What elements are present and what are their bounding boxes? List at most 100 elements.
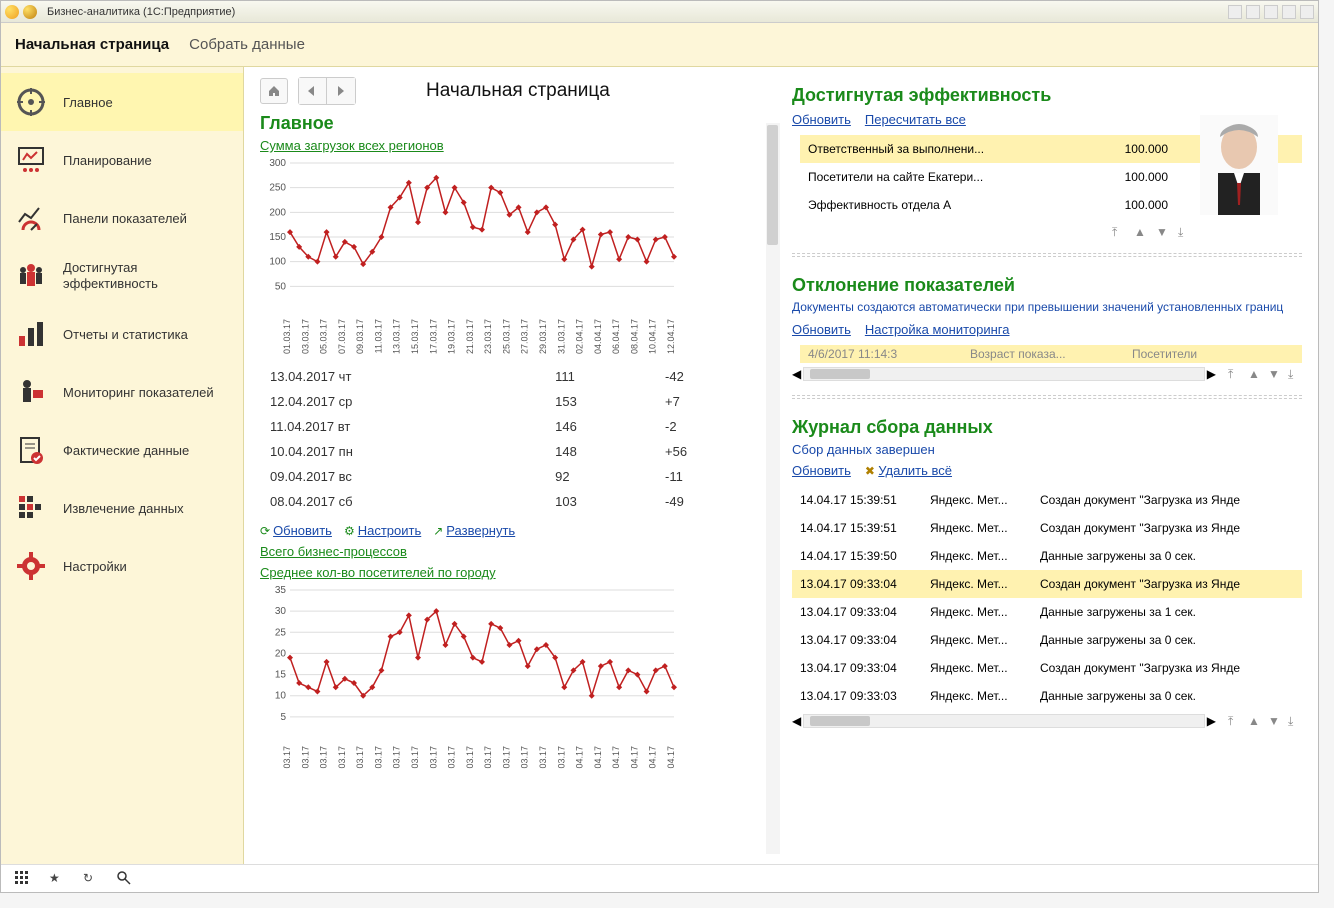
- down-icon[interactable]: ▼: [1268, 714, 1282, 728]
- svg-text:5: 5: [280, 712, 286, 723]
- win-btn-1[interactable]: [1228, 5, 1242, 19]
- sidebar-item-settings[interactable]: Настройки: [1, 537, 243, 595]
- svg-text:27.03.17: 27.03.17: [520, 319, 530, 354]
- document-check-icon: [13, 432, 49, 468]
- sidebar-item-efficiency[interactable]: Достигнутая эффективность: [1, 247, 243, 305]
- up-icon[interactable]: ▲: [1248, 714, 1262, 728]
- first-icon[interactable]: ⤒: [1228, 367, 1242, 381]
- sidebar-item-facts[interactable]: Фактические данные: [1, 421, 243, 479]
- log-row[interactable]: 13.04.17 09:33:04Яндекс. Мет...Создан до…: [792, 570, 1302, 598]
- search-icon[interactable]: [117, 871, 133, 887]
- svg-text:100: 100: [269, 257, 286, 268]
- log-row[interactable]: 14.04.17 15:39:51Яндекс. Мет...Создан до…: [792, 486, 1302, 514]
- sidebar-item-monitoring[interactable]: Мониторинг показателей: [1, 363, 243, 421]
- win-btn-4[interactable]: [1282, 5, 1296, 19]
- svg-text:29.03.17: 29.03.17: [538, 319, 548, 354]
- log-row[interactable]: 14.04.17 15:39:51Яндекс. Мет...Создан до…: [792, 514, 1302, 542]
- sidebar-label: Фактические данные: [63, 443, 189, 458]
- log-row[interactable]: 13.04.17 09:33:04Яндекс. Мет...Данные за…: [792, 598, 1302, 626]
- log-row[interactable]: 13.04.17 09:33:03Яндекс. Мет...Данные за…: [792, 682, 1302, 710]
- vertical-scrollbar[interactable]: [766, 123, 780, 854]
- last-icon[interactable]: ⤓: [1288, 714, 1302, 728]
- log-row[interactable]: 14.04.17 15:39:50Яндекс. Мет...Данные за…: [792, 542, 1302, 570]
- table-row[interactable]: 11.04.2017 вт146-2: [262, 415, 766, 438]
- scroll-left-icon[interactable]: ◀: [792, 714, 801, 728]
- link-processes[interactable]: Всего бизнес-процессов: [260, 544, 407, 559]
- win-btn-3[interactable]: [1264, 5, 1278, 19]
- history-icon[interactable]: ↻: [83, 871, 99, 887]
- first-icon[interactable]: ⤒: [1228, 714, 1242, 728]
- scroll-left-icon[interactable]: ◀: [792, 367, 801, 381]
- dev-c1: 4/6/2017 11:14:3: [808, 347, 970, 361]
- scrollbar[interactable]: [803, 367, 1205, 381]
- sidebar-item-planning[interactable]: Планирование: [1, 131, 243, 189]
- svg-text:04.17: 04.17: [666, 746, 676, 769]
- tab-collect[interactable]: Собрать данные: [189, 36, 305, 53]
- last-icon[interactable]: ⤓: [1288, 367, 1302, 381]
- win-btn-2[interactable]: [1246, 5, 1260, 19]
- table-row[interactable]: 13.04.2017 чт111-42: [262, 365, 766, 388]
- dev-c3: Посетители: [1132, 347, 1294, 361]
- up-icon[interactable]: ▲: [1248, 367, 1262, 381]
- down-icon[interactable]: ▼: [1268, 367, 1282, 381]
- setup-action[interactable]: ⚙Настроить: [344, 523, 421, 538]
- sidebar-label: Панели показателей: [63, 211, 187, 226]
- forward-button[interactable]: [327, 78, 355, 104]
- panel-deviation: Отклонение показателей Документы создают…: [792, 256, 1302, 396]
- svg-text:13.03.17: 13.03.17: [392, 319, 402, 354]
- svg-text:11.03.17: 11.03.17: [373, 319, 383, 353]
- eff-recalc[interactable]: Пересчитать все: [865, 112, 966, 127]
- svg-text:15: 15: [275, 670, 287, 681]
- svg-text:03.17: 03.17: [282, 746, 292, 769]
- chart1-title-link[interactable]: Сумма загрузок всех регионов: [260, 138, 444, 153]
- dropdown-icon[interactable]: [23, 5, 37, 19]
- back-button[interactable]: [299, 78, 327, 104]
- sidebar-item-dashboards[interactable]: Панели показателей: [1, 189, 243, 247]
- scrollbar[interactable]: [803, 714, 1205, 728]
- down-icon[interactable]: ▼: [1156, 225, 1170, 239]
- titlebar: Бизнес-аналитика (1С:Предприятие): [1, 1, 1318, 23]
- up-icon[interactable]: ▲: [1134, 225, 1148, 239]
- last-icon[interactable]: ⤓: [1178, 225, 1192, 239]
- sidebar-item-reports[interactable]: Отчеты и статистика: [1, 305, 243, 363]
- table-row[interactable]: 12.04.2017 ср153+7: [262, 390, 766, 413]
- log-table: 14.04.17 15:39:51Яндекс. Мет...Создан до…: [792, 486, 1302, 710]
- refresh-icon: ⟳: [260, 524, 270, 538]
- apps-icon[interactable]: [15, 871, 31, 887]
- win-btn-5[interactable]: [1300, 5, 1314, 19]
- star-icon[interactable]: ★: [49, 871, 65, 887]
- svg-text:35: 35: [275, 585, 287, 596]
- table-row[interactable]: 10.04.2017 пн148+56: [262, 440, 766, 463]
- sidebar-label: Извлечение данных: [63, 501, 184, 516]
- sidebar-label: Отчеты и статистика: [63, 327, 188, 342]
- log-row[interactable]: 13.04.17 09:33:04Яндекс. Мет...Создан до…: [792, 654, 1302, 682]
- eff-refresh[interactable]: Обновить: [792, 112, 851, 127]
- expand-action[interactable]: ↗Развернуть: [433, 523, 515, 538]
- svg-text:50: 50: [275, 281, 287, 292]
- svg-text:21.03.17: 21.03.17: [465, 319, 475, 354]
- sidebar-item-extract[interactable]: Извлечение данных: [1, 479, 243, 537]
- home-button[interactable]: [260, 78, 288, 104]
- table-row[interactable]: 09.04.2017 вс92-11: [262, 465, 766, 488]
- chart2-title-link[interactable]: Среднее кол-во посетителей по городу: [260, 565, 496, 580]
- chart-actions: ⟳Обновить ⚙Настроить ↗Развернуть: [260, 523, 768, 538]
- log-row[interactable]: 13.04.17 09:33:04Яндекс. Мет...Данные за…: [792, 626, 1302, 654]
- svg-text:03.17: 03.17: [556, 746, 566, 769]
- scroll-right-icon[interactable]: ▶: [1207, 367, 1216, 381]
- table-row[interactable]: 08.04.2017 сб103-49: [262, 490, 766, 513]
- log-refresh[interactable]: Обновить: [792, 463, 851, 478]
- svg-text:25: 25: [275, 627, 287, 638]
- tab-home[interactable]: Начальная страница: [15, 36, 169, 53]
- delete-action[interactable]: ✖ Удалить всё: [865, 463, 952, 478]
- dev-setup[interactable]: Настройка мониторинга: [865, 322, 1010, 337]
- first-icon[interactable]: ⤒: [1112, 225, 1126, 239]
- svg-text:200: 200: [269, 207, 286, 218]
- svg-text:10: 10: [275, 691, 287, 702]
- sidebar-item-main[interactable]: Главное: [1, 73, 243, 131]
- dev-refresh[interactable]: Обновить: [792, 322, 851, 337]
- refresh-action[interactable]: ⟳Обновить: [260, 523, 332, 538]
- people-icon: [13, 258, 49, 294]
- sidebar-label: Мониторинг показателей: [63, 385, 214, 400]
- scroll-right-icon[interactable]: ▶: [1207, 714, 1216, 728]
- window-controls: [1228, 5, 1314, 19]
